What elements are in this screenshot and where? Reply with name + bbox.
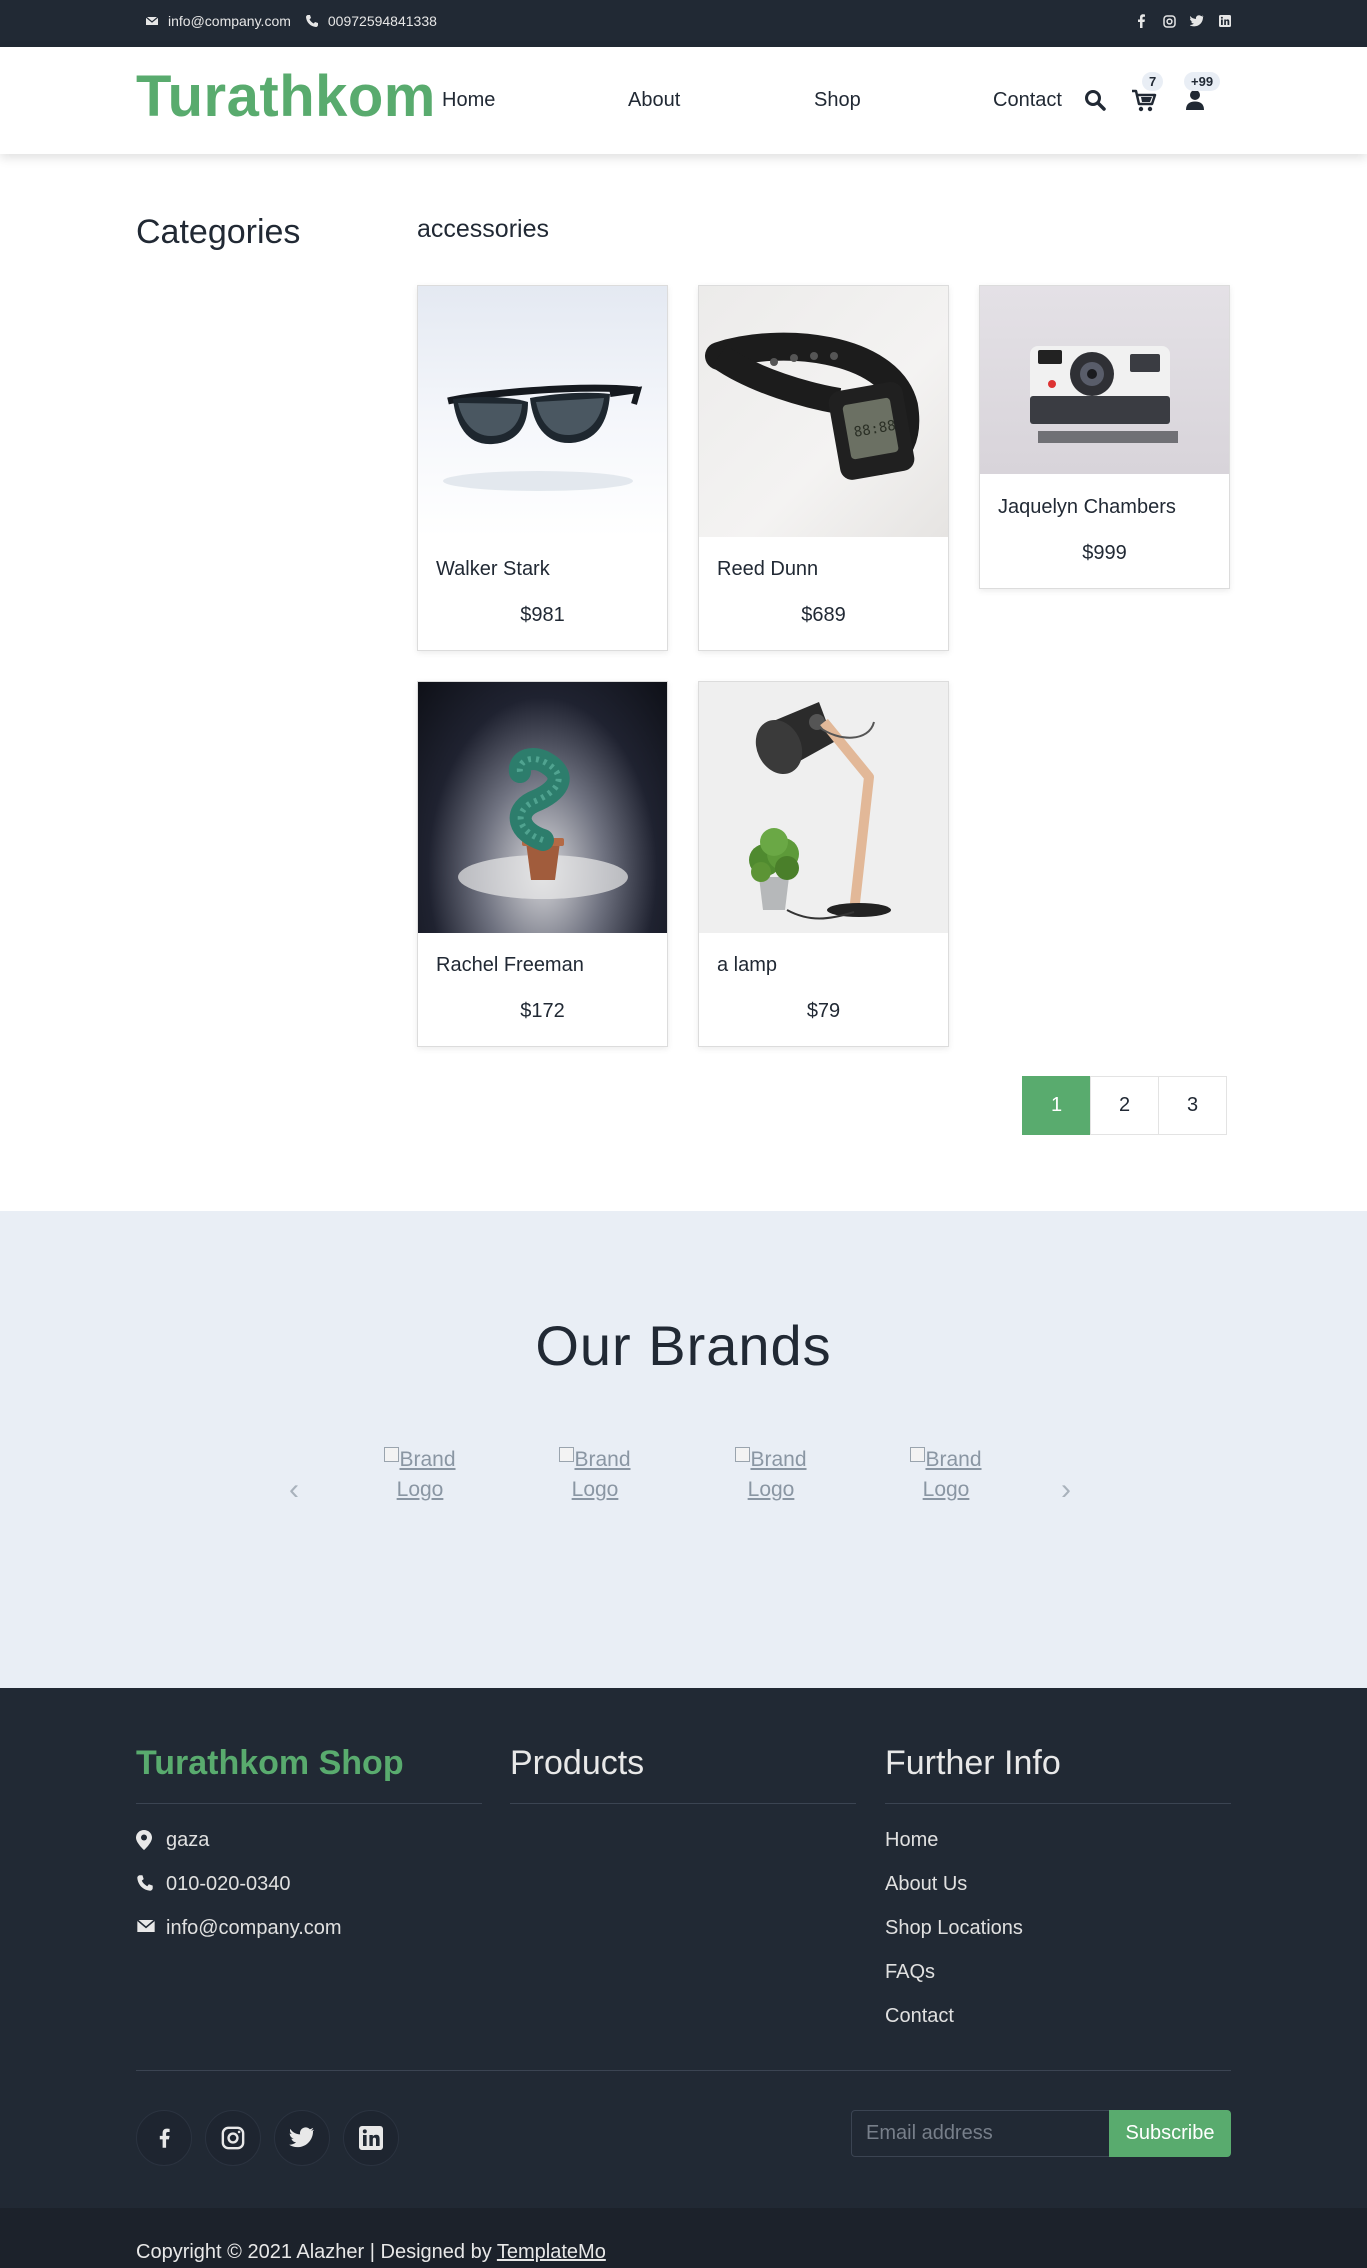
envelope-icon <box>145 14 159 28</box>
header: Turathkom Home About Shop Contact 7 +99 <box>0 47 1367 154</box>
search-icon[interactable] <box>1084 89 1106 116</box>
nav-shop[interactable]: Shop <box>814 89 861 112</box>
footer-divider <box>136 2070 1231 2071</box>
page-3-button[interactable]: 3 <box>1158 1076 1227 1135</box>
product-price: $981 <box>520 604 565 626</box>
product-card[interactable]: Rachel Freeman $172 <box>417 681 668 1047</box>
footer-shop-column: Turathkom Shop gaza 010-020-0340 info@co… <box>136 1744 482 1950</box>
user-icon[interactable] <box>1185 89 1205 116</box>
pagination: 1 2 3 <box>1022 1076 1227 1135</box>
page-2-button[interactable]: 2 <box>1090 1076 1159 1135</box>
footer-link-locations[interactable]: Shop Locations <box>885 1906 1231 1950</box>
copyright: Copyright © 2021 Alazher | Designed by T… <box>136 2241 606 2263</box>
product-image-sunglasses[interactable] <box>418 286 667 537</box>
site-logo[interactable]: Turathkom <box>136 63 436 130</box>
broken-image-icon <box>735 1447 751 1462</box>
brand-logo-link[interactable]: Brand Logo <box>550 1445 640 1505</box>
top-phone-link[interactable]: 00972594841338 <box>328 13 437 29</box>
footer-link-home[interactable]: Home <box>885 1818 1231 1862</box>
product-card[interactable]: 88:88 Reed Dunn $689 <box>698 285 949 651</box>
brand-logo-link[interactable]: Brand Logo <box>375 1445 465 1505</box>
footer-shop-title: Turathkom Shop <box>136 1744 482 1804</box>
instagram-icon[interactable] <box>205 2110 261 2166</box>
product-name[interactable]: Rachel Freeman <box>436 954 584 977</box>
product-card[interactable]: a lamp $79 <box>698 681 949 1047</box>
twitter-icon[interactable] <box>274 2110 330 2166</box>
broken-image-icon <box>559 1447 575 1462</box>
top-email-link[interactable]: info@company.com <box>168 13 291 29</box>
templatemo-link[interactable]: TemplateMo <box>497 2241 606 2263</box>
map-marker-icon <box>136 1830 156 1850</box>
product-price: $79 <box>806 1000 841 1022</box>
instagram-icon[interactable] <box>1162 14 1176 28</box>
product-name[interactable]: Walker Stark <box>436 558 550 581</box>
brands-prev-arrow-icon[interactable]: ‹ <box>289 1473 299 1507</box>
brands-title: Our Brands <box>535 1314 832 1377</box>
product-price: $689 <box>801 604 846 626</box>
nav-home[interactable]: Home <box>442 89 495 112</box>
product-name[interactable]: Jaquelyn Chambers <box>998 496 1176 519</box>
cart-count-badge: 7 <box>1142 72 1164 91</box>
cart-icon[interactable] <box>1131 89 1157 118</box>
product-image-lamp[interactable] <box>699 682 948 933</box>
facebook-icon[interactable] <box>1134 14 1148 28</box>
page-1-button[interactable]: 1 <box>1022 1076 1091 1135</box>
product-card[interactable]: Jaquelyn Chambers $999 <box>979 285 1230 589</box>
footer-link-about[interactable]: About Us <box>885 1862 1231 1906</box>
facebook-icon[interactable] <box>136 2110 192 2166</box>
linkedin-icon[interactable] <box>1218 14 1232 28</box>
footer-link-faqs[interactable]: FAQs <box>885 1950 1231 1994</box>
footer-email[interactable]: info@company.com <box>136 1906 482 1950</box>
product-name[interactable]: Reed Dunn <box>717 558 818 581</box>
footer: Turathkom Shop gaza 010-020-0340 info@co… <box>0 1688 1367 2268</box>
product-price: $999 <box>1082 542 1127 564</box>
product-price: $172 <box>520 1000 565 1022</box>
product-card[interactable]: Walker Stark $981 <box>417 285 668 651</box>
nav-contact[interactable]: Contact <box>993 89 1062 112</box>
broken-image-icon <box>384 1447 400 1462</box>
product-name[interactable]: a lamp <box>717 954 777 977</box>
footer-products-column: Products <box>510 1744 856 1804</box>
phone-icon <box>305 14 319 28</box>
footer-phone[interactable]: 010-020-0340 <box>136 1862 482 1906</box>
footer-info-title: Further Info <box>885 1744 1231 1804</box>
subscribe-button[interactable]: Subscribe <box>1109 2110 1231 2157</box>
footer-info-column: Further Info Home About Us Shop Location… <box>885 1744 1231 2038</box>
product-image-watch[interactable]: 88:88 <box>699 286 948 537</box>
newsletter-email-input[interactable]: Email address <box>851 2110 1110 2157</box>
brand-logo-link[interactable]: Brand Logo <box>901 1445 991 1505</box>
phone-icon <box>136 1874 156 1894</box>
product-image-cactus[interactable] <box>418 682 667 933</box>
envelope-icon <box>136 1918 156 1938</box>
top-socials <box>1134 14 1232 28</box>
linkedin-icon[interactable] <box>343 2110 399 2166</box>
user-count-badge: +99 <box>1184 72 1221 91</box>
broken-image-icon <box>910 1447 926 1462</box>
brands-next-arrow-icon[interactable]: › <box>1061 1473 1071 1507</box>
categories-title: Categories <box>136 213 301 251</box>
footer-address: gaza <box>136 1818 482 1862</box>
top-bar: info@company.com 00972594841338 <box>0 0 1367 47</box>
category-heading: accessories <box>417 215 549 243</box>
nav-about[interactable]: About <box>628 89 680 112</box>
product-image-camera[interactable] <box>980 286 1229 474</box>
top-contact: info@company.com 00972594841338 <box>145 13 437 29</box>
footer-link-contact[interactable]: Contact <box>885 1994 1231 2038</box>
footer-products-title: Products <box>510 1744 856 1804</box>
brands-section: Our Brands ‹ Brand Logo Brand Logo Brand… <box>0 1211 1367 1688</box>
twitter-icon[interactable] <box>1190 14 1204 28</box>
brand-logo-link[interactable]: Brand Logo <box>726 1445 816 1505</box>
